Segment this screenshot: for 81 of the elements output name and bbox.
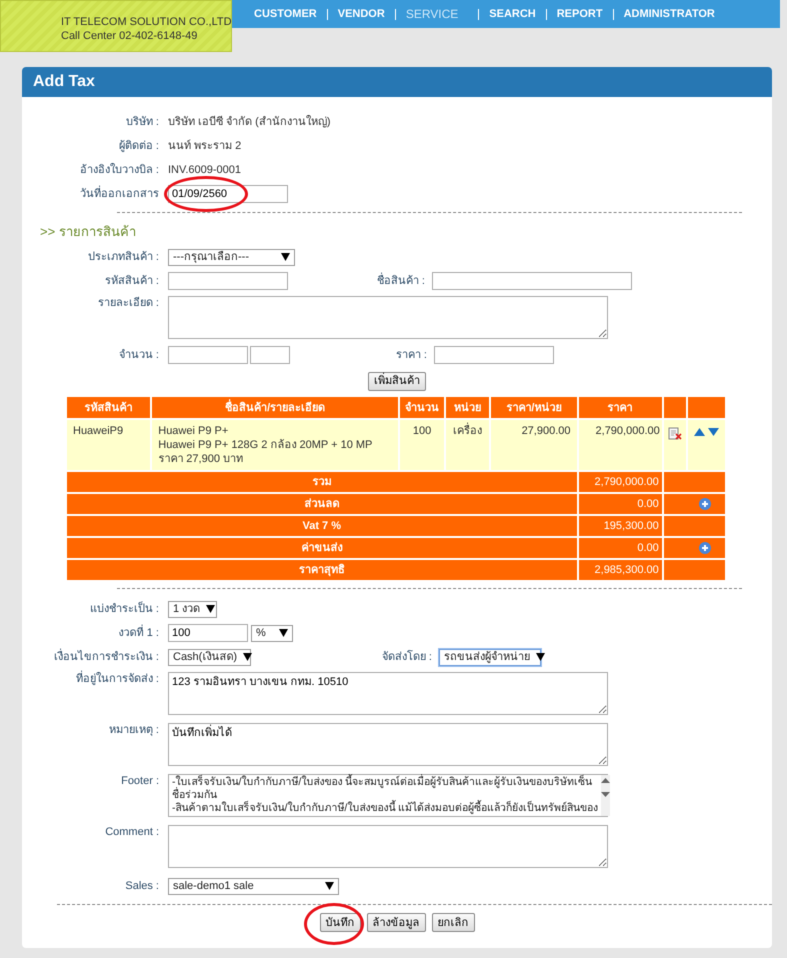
company-text: IT TELECOM SOLUTION CO.,LTD [61,15,231,29]
product-code-field[interactable] [168,272,288,290]
company-text: Call Center 02-402-6148-49 [61,29,198,43]
field-label: Footer : [120,774,160,788]
field-label: ชื่อสินค้า : [288,274,432,288]
add-product-button[interactable]: เพิ่มสินค้า [368,372,426,390]
summary-value: 0.00 [578,538,662,558]
detail-field[interactable] [168,296,608,339]
plus-icon[interactable] [699,498,712,510]
dropdown-caret-icon [206,605,216,613]
summary-value: 0.00 [578,494,662,514]
plus-icon[interactable] [699,542,712,554]
installments-select[interactable]: 1 งวด [168,600,217,618]
date-field[interactable]: 01/09/2560 [168,185,288,203]
field-label: จำนวน : [118,348,160,362]
field-label: เงื่อนไขการชำระเงิน : [22,650,168,664]
installment-field[interactable]: 100 [168,624,248,642]
field-value: INV.6009-0001 [168,163,241,177]
field-label: รหัสสินค้า : [104,274,160,288]
note-field[interactable]: บันทึกเพิ่มได้ [168,723,608,766]
field-label: รายละเอียด : [96,296,160,310]
column-header: จำนวน [400,397,444,418]
form-button[interactable]: ล้างข้อมูล [366,913,426,932]
field-label: แบ่งชำระเป็น : [88,602,160,616]
form-button[interactable]: บันทึก [320,913,360,932]
table-cell: Huawei P9 P+ Huawei P9 P+ 128G 2 กล้อง 20MP + 10 MP ราคา 27,900 บาท [152,420,398,470]
dropdown-caret-icon [536,653,545,661]
column-header: ราคา/หน่วย [491,397,576,418]
dropdown-caret-icon [279,629,288,637]
field-label: หมายเหตุ : [108,723,160,737]
payment-terms-select[interactable]: Cash(เงินสด) [168,648,251,666]
field-label: ที่อยู่ในการจัดส่ง : [22,672,168,686]
footer-field[interactable]: -ใบเสร็จรับเงิน/ใบกำกับภาษี/ใบส่งของ นี้จะสมบูรณ์ต่อเมื่อผู้รับสินค้าและผู้รับเงินของบริษัทเซ็น ชื่อร่วมกัน -สินค้าตามใบเสร็จรับเงิน/ใบกำกับภาษี/ใบส่งของนี้ แม้ได้ส่งมอบต่อผู้ซื้อแล้วก็ยังเป็นทรัพย์สินของ [168,774,608,817]
summary-value: 2,985,300.00 [578,560,662,580]
panel-title: Add Tax [22,67,772,97]
summary-value: 195,300.00 [578,516,662,536]
summary-label: Vat 7 % [67,516,576,536]
summary-label: ส่วนลด [67,494,576,514]
summary-label: ค่าขนส่ง [67,538,576,558]
form-button[interactable]: ยกเลิก [432,913,474,932]
column-header: รหัสสินค้า [67,397,150,418]
field-label: อ้างอิงใบวางบิล : [78,163,160,177]
address-field[interactable]: 123 รามอินทรา บางเขน กทม. 10510 [168,672,608,715]
section-title: >> รายการสินค้า [40,225,137,239]
field-label: บริษัท : [124,115,160,129]
column-header: ราคา [578,397,662,418]
field-value: บริษัท เอบีซี จำกัด (สำนักงานใหญ่) [168,115,330,129]
column-header: ชื่อสินค้า/รายละเอียด [152,397,398,418]
dropdown-caret-icon [281,253,290,261]
table-cell: 2,790,000.00 [578,420,662,470]
column-header: หน่วย [446,397,490,418]
dropdown-caret-icon [325,882,334,890]
field-label: จัดส่งโดย : [380,650,433,664]
unit-field[interactable] [250,346,290,364]
field-label: งวดที่ 1 : [22,626,168,640]
comment-field[interactable] [168,825,608,868]
move-up-icon[interactable] [694,428,705,436]
table-cell: เครื่อง [446,420,490,470]
field-label: Comment : [104,825,160,839]
price-field[interactable] [434,346,554,364]
field-label: วันที่ออกเอกสาร [22,187,168,201]
field-label: Sales : [124,879,160,893]
move-down-icon[interactable] [708,428,719,436]
product-type-select[interactable]: ---กรุณาเลือก--- [168,248,295,266]
table-cell: HuaweiP9 [67,420,150,470]
table-cell: 100 [400,420,444,470]
unit-select[interactable]: % [251,624,293,642]
quantity-field[interactable] [168,346,248,364]
delete-icon[interactable] [668,426,682,440]
summary-value: 2,790,000.00 [578,472,662,492]
dropdown-caret-icon [243,653,252,661]
summary-label: รวม [67,472,576,492]
sales-select[interactable]: sale-demo1 sale [168,878,339,894]
field-label: ผู้ติดต่อ : [118,139,160,153]
summary-label: ราคาสุทธิ [67,560,576,580]
table-cell: 27,900.00 [491,420,576,470]
field-label: ราคา : [394,348,428,362]
field-label: ประเภทสินค้า : [86,250,160,264]
scroll-arrows-icon[interactable] [601,778,610,797]
field-value: นนท์ พระราม 2 [168,139,242,153]
product-name-field[interactable] [432,272,632,290]
